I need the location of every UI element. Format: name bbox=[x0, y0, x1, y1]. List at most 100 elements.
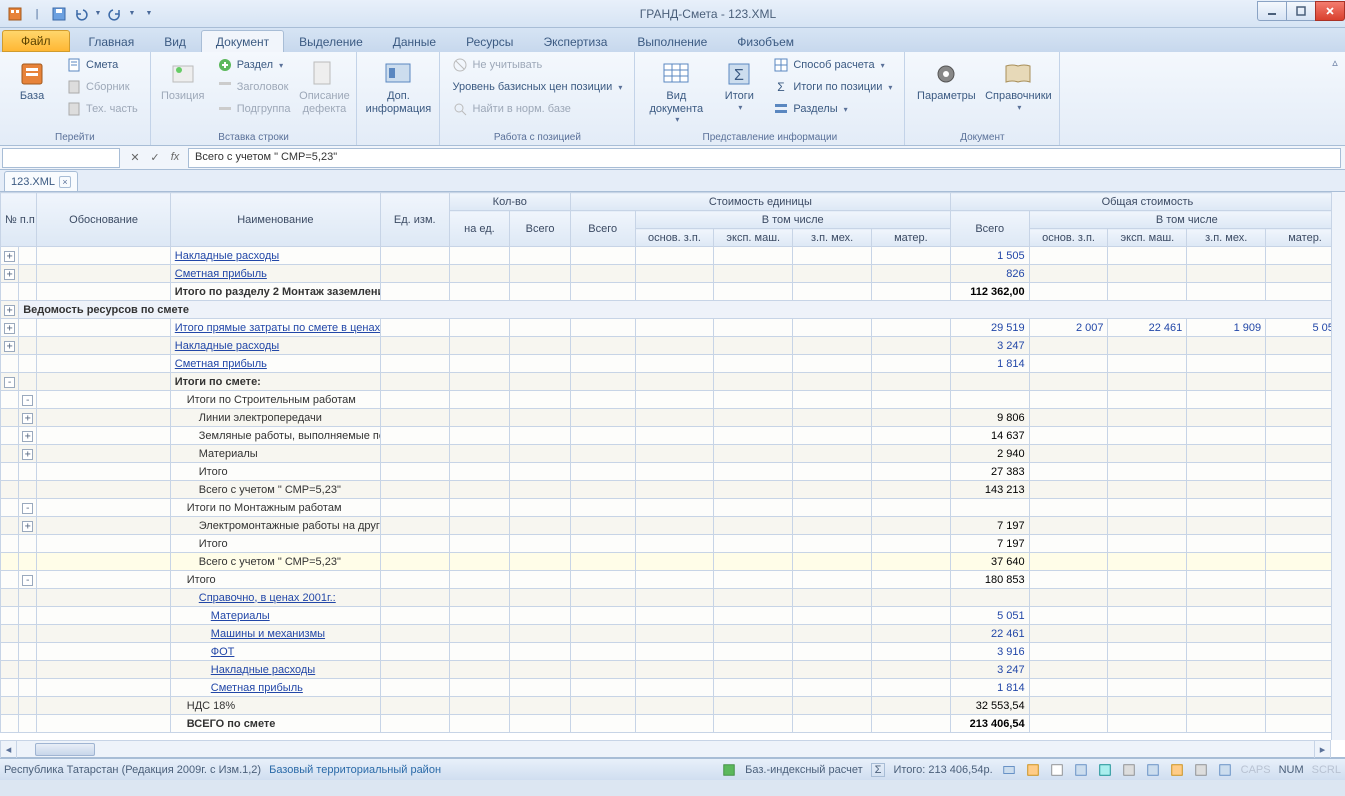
tab-selection[interactable]: Выделение bbox=[284, 30, 378, 52]
table-row[interactable]: Всего с учетом " СМР=5,23" 37 640 bbox=[1, 553, 1345, 571]
scroll-thumb[interactable] bbox=[35, 743, 95, 756]
refs-button[interactable]: Справочники▾ bbox=[983, 54, 1053, 116]
col-obst[interactable]: Общая стоимость bbox=[950, 193, 1344, 211]
col-obos[interactable]: Обоснование bbox=[37, 193, 170, 247]
close-button[interactable] bbox=[1315, 1, 1345, 21]
table-row[interactable]: + Ведомость ресурсов по смете bbox=[1, 301, 1345, 319]
expander-icon[interactable]: + bbox=[22, 431, 33, 442]
tab-data[interactable]: Данные bbox=[378, 30, 451, 52]
docview-button[interactable]: Вид документа▾ bbox=[641, 54, 711, 128]
col-vsego3[interactable]: Всего bbox=[950, 211, 1029, 247]
smeta-button[interactable]: Смета bbox=[60, 54, 144, 76]
col-zpm1[interactable]: з.п. мех. bbox=[793, 229, 872, 247]
addinfo-button[interactable]: Доп. информация bbox=[363, 54, 433, 119]
expander-icon[interactable]: - bbox=[4, 377, 15, 388]
table-row[interactable]: Итого 7 197 bbox=[1, 535, 1345, 553]
table-row[interactable]: Всего с учетом " СМР=5,23" 143 213 bbox=[1, 481, 1345, 499]
redo-icon[interactable] bbox=[106, 5, 124, 23]
expander-icon[interactable]: + bbox=[22, 521, 33, 532]
scroll-left-icon[interactable]: ◂ bbox=[0, 741, 17, 758]
col-vsego[interactable]: Всего bbox=[510, 211, 571, 247]
vertical-scrollbar[interactable] bbox=[1331, 192, 1345, 740]
col-naim[interactable]: Наименование bbox=[170, 193, 380, 247]
tab-main[interactable]: Главная bbox=[74, 30, 150, 52]
tab-view[interactable]: Вид bbox=[149, 30, 201, 52]
col-zpm2[interactable]: з.п. мех. bbox=[1187, 229, 1266, 247]
sections-button[interactable]: Разделы▾ bbox=[767, 98, 898, 120]
table-row[interactable]: Машины и механизмы 22 461 bbox=[1, 625, 1345, 643]
col-eksp1[interactable]: эксп. маш. bbox=[714, 229, 793, 247]
undo-dropdown[interactable]: ▼ bbox=[94, 5, 102, 23]
tab-execution[interactable]: Выполнение bbox=[622, 30, 722, 52]
spreadsheet-grid[interactable]: № п.п Обоснование Наименование Ед. изм. … bbox=[0, 192, 1345, 733]
totals-button[interactable]: Σ Итоги▾ bbox=[713, 54, 765, 116]
expander-icon[interactable]: - bbox=[22, 503, 33, 514]
redo-dropdown[interactable]: ▼ bbox=[128, 5, 136, 23]
col-osn2[interactable]: основ. з.п. bbox=[1029, 229, 1108, 247]
app-icon[interactable] bbox=[6, 5, 24, 23]
save-icon[interactable] bbox=[50, 5, 68, 23]
pricelevel-button[interactable]: Уровень базисных цен позиции▾ bbox=[446, 76, 628, 98]
col-vtom1[interactable]: В том числе bbox=[635, 211, 950, 229]
calc-mode-icon[interactable] bbox=[721, 762, 737, 778]
postotals-button[interactable]: ΣИтоги по позиции▾ bbox=[767, 76, 898, 98]
calcmethod-button[interactable]: Способ расчета▾ bbox=[767, 54, 898, 76]
sb-icon-1[interactable] bbox=[1001, 762, 1017, 778]
col-osn1[interactable]: основ. з.п. bbox=[635, 229, 714, 247]
table-row[interactable]: - Итоги по Строительным работам bbox=[1, 391, 1345, 409]
tab-resources[interactable]: Ресурсы bbox=[451, 30, 528, 52]
table-row[interactable]: - Итоги по смете: bbox=[1, 373, 1345, 391]
table-row[interactable]: + Линии электропередачи 9 806 bbox=[1, 409, 1345, 427]
tab-document[interactable]: Документ bbox=[201, 30, 284, 52]
ribbon-collapse-icon[interactable]: ▵ bbox=[1325, 52, 1345, 145]
expander-icon[interactable]: - bbox=[22, 575, 33, 586]
expander-icon[interactable]: - bbox=[22, 395, 33, 406]
base-button[interactable]: База bbox=[6, 54, 58, 107]
expander-icon[interactable]: + bbox=[4, 341, 15, 352]
expander-icon[interactable]: + bbox=[4, 269, 15, 280]
sb-icon-9[interactable] bbox=[1193, 762, 1209, 778]
sb-icon-7[interactable] bbox=[1145, 762, 1161, 778]
fx-icon[interactable]: fx bbox=[166, 151, 184, 164]
tab-volume[interactable]: Физобъем bbox=[722, 30, 809, 52]
sb-icon-5[interactable] bbox=[1097, 762, 1113, 778]
file-tab[interactable]: Файл bbox=[2, 30, 70, 52]
col-num[interactable]: № п.п bbox=[1, 193, 37, 247]
expander-icon[interactable]: + bbox=[4, 323, 15, 334]
qat-customize[interactable]: ▼ bbox=[140, 5, 158, 23]
col-vtom2[interactable]: В том числе bbox=[1029, 211, 1344, 229]
col-kolvo[interactable]: Кол-во bbox=[449, 193, 570, 211]
scroll-right-icon[interactable]: ▸ bbox=[1314, 741, 1331, 758]
sb-icon-10[interactable] bbox=[1217, 762, 1233, 778]
table-row[interactable]: - Итоги по Монтажным работам bbox=[1, 499, 1345, 517]
doc-tab[interactable]: 123.XML × bbox=[4, 171, 78, 191]
doc-tab-close-icon[interactable]: × bbox=[59, 176, 71, 188]
table-row[interactable]: ВСЕГО по смете 213 406,54 bbox=[1, 715, 1345, 733]
expander-icon[interactable]: + bbox=[4, 305, 15, 316]
table-row[interactable]: ФОТ 3 916 bbox=[1, 643, 1345, 661]
section-button[interactable]: Раздел▾ bbox=[211, 54, 297, 76]
col-vsego2[interactable]: Всего bbox=[570, 211, 635, 247]
tab-expertise[interactable]: Экспертиза bbox=[528, 30, 622, 52]
table-row[interactable]: + Материалы 2 940 bbox=[1, 445, 1345, 463]
col-stoed[interactable]: Стоимость единицы bbox=[570, 193, 950, 211]
col-eksp2[interactable]: эксп. маш. bbox=[1108, 229, 1187, 247]
table-row[interactable]: + Электромонтажные работы на других объе… bbox=[1, 517, 1345, 535]
table-row[interactable]: Итого по разделу 2 Монтаж заземления 112… bbox=[1, 283, 1345, 301]
accept-formula-icon[interactable]: ✓ bbox=[146, 151, 164, 164]
col-ed[interactable]: Ед. изм. bbox=[380, 193, 449, 247]
formula-input[interactable]: Всего с учетом " СМР=5,23" bbox=[188, 148, 1341, 168]
sb-icon-4[interactable] bbox=[1073, 762, 1089, 778]
table-row[interactable]: - Итого 180 853 bbox=[1, 571, 1345, 589]
sb-icon-6[interactable] bbox=[1121, 762, 1137, 778]
table-row[interactable]: + Итого прямые затраты по смете в ценах … bbox=[1, 319, 1345, 337]
expander-icon[interactable]: + bbox=[22, 449, 33, 460]
col-mater1[interactable]: матер. bbox=[871, 229, 950, 247]
table-row[interactable]: + Сметная прибыль 826 bbox=[1, 265, 1345, 283]
horizontal-scrollbar[interactable]: ◂ ▸ bbox=[0, 740, 1331, 757]
table-row[interactable]: НДС 18% 32 553,54 bbox=[1, 697, 1345, 715]
expander-icon[interactable]: + bbox=[22, 413, 33, 424]
name-box[interactable] bbox=[2, 148, 120, 168]
maximize-button[interactable] bbox=[1286, 1, 1316, 21]
table-row[interactable]: Накладные расходы 3 247 bbox=[1, 661, 1345, 679]
